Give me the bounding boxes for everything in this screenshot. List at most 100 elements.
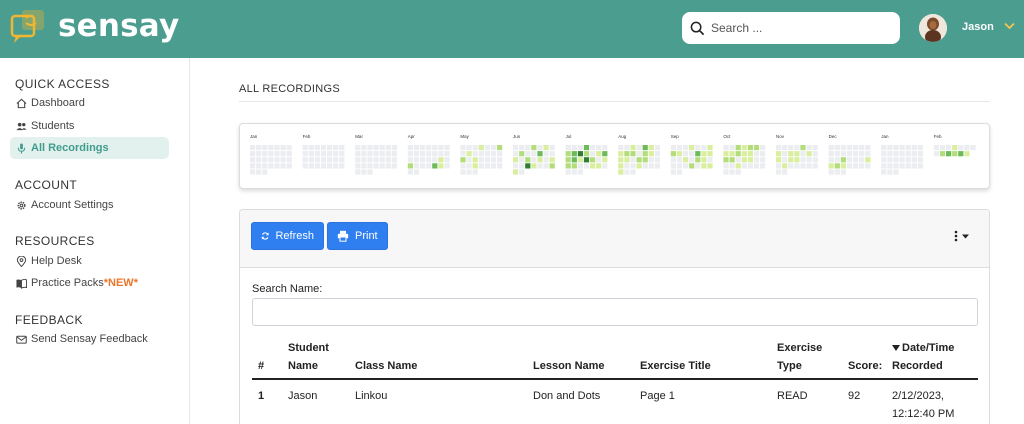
heatmap-day-cell[interactable] [355, 169, 361, 175]
heatmap-day-cell[interactable] [618, 157, 624, 163]
heatmap-day-cell[interactable] [438, 157, 444, 163]
heatmap-day-cell[interactable] [788, 157, 794, 163]
heatmap-day-cell[interactable] [478, 151, 484, 157]
heatmap-day-cell[interactable] [624, 157, 630, 163]
heatmap-day-cell[interactable] [859, 163, 865, 169]
heatmap-day-cell[interactable] [735, 151, 741, 157]
heatmap-day-cell[interactable] [828, 157, 834, 163]
heatmap-day-cell[interactable] [308, 157, 314, 163]
heatmap-day-cell[interactable] [320, 163, 327, 169]
heatmap-day-cell[interactable] [846, 163, 853, 169]
heatmap-day-cell[interactable] [788, 151, 794, 157]
heatmap-day-cell[interactable] [893, 157, 899, 163]
heatmap-day-cell[interactable] [800, 157, 806, 163]
heatmap-day-cell[interactable] [939, 145, 946, 151]
heatmap-day-cell[interactable] [250, 145, 256, 151]
heatmap-day-cell[interactable] [262, 157, 268, 163]
heatmap-day-cell[interactable] [460, 157, 466, 163]
heatmap-day-cell[interactable] [834, 169, 840, 175]
heatmap-day-cell[interactable] [339, 151, 345, 157]
heatmap-day-cell[interactable] [776, 163, 782, 169]
heatmap-day-cell[interactable] [859, 145, 865, 151]
heatmap-day-cell[interactable] [853, 157, 859, 163]
heatmap-day-cell[interactable] [670, 157, 676, 163]
heatmap-day-cell[interactable] [543, 145, 549, 151]
heatmap-day-cell[interactable] [355, 145, 361, 151]
heatmap-day-cell[interactable] [828, 151, 834, 157]
heatmap-day-cell[interactable] [911, 145, 917, 151]
heatmap-day-cell[interactable] [460, 151, 466, 157]
heatmap-day-cell[interactable] [472, 169, 478, 175]
heatmap-day-cell[interactable] [302, 157, 308, 163]
heatmap-day-cell[interactable] [812, 145, 818, 151]
heatmap-day-cell[interactable] [413, 151, 420, 157]
heatmap-day-cell[interactable] [466, 145, 472, 151]
heatmap-day-cell[interactable] [630, 163, 636, 169]
heatmap-day-cell[interactable] [670, 169, 676, 175]
heatmap-day-cell[interactable] [735, 145, 741, 151]
heatmap-day-cell[interactable] [853, 163, 859, 169]
heatmap-day-cell[interactable] [525, 145, 531, 151]
heatmap-day-cell[interactable] [654, 145, 660, 151]
heatmap-day-cell[interactable] [413, 145, 420, 151]
heatmap-day-cell[interactable] [865, 151, 871, 157]
heatmap-day-cell[interactable] [262, 169, 268, 175]
heatmap-day-cell[interactable] [747, 157, 753, 163]
heatmap-day-cell[interactable] [760, 145, 766, 151]
heatmap-day-cell[interactable] [723, 169, 729, 175]
heatmap-day-cell[interactable] [707, 157, 713, 163]
heatmap-day-cell[interactable] [602, 145, 608, 151]
heatmap-day-cell[interactable] [308, 151, 314, 157]
heatmap-day-cell[interactable] [286, 151, 292, 157]
heatmap-day-cell[interactable] [484, 145, 490, 151]
heatmap-day-cell[interactable] [776, 169, 782, 175]
heatmap-day-cell[interactable] [543, 151, 549, 157]
column-header-type[interactable]: Exercise Type [777, 339, 822, 375]
heatmap-day-cell[interactable] [630, 145, 636, 151]
heatmap-day-cell[interactable] [549, 151, 555, 157]
heatmap-day-cell[interactable] [361, 163, 367, 169]
heatmap-day-cell[interactable] [426, 157, 432, 163]
heatmap-day-cell[interactable] [250, 151, 256, 157]
heatmap-day-cell[interactable] [413, 163, 420, 169]
heatmap-day-cell[interactable] [689, 157, 695, 163]
heatmap-day-cell[interactable] [513, 151, 519, 157]
heatmap-day-cell[interactable] [571, 145, 577, 151]
heatmap-day-cell[interactable] [339, 157, 345, 163]
more-options-icon[interactable] [952, 230, 976, 242]
heatmap-day-cell[interactable] [513, 169, 519, 175]
heatmap-day-cell[interactable] [899, 163, 905, 169]
heatmap-day-cell[interactable] [701, 151, 707, 157]
heatmap-day-cell[interactable] [946, 151, 952, 157]
heatmap-day-cell[interactable] [683, 145, 689, 151]
sidebar-item-account-settings[interactable]: Account Settings [10, 194, 169, 216]
heatmap-day-cell[interactable] [828, 145, 834, 151]
heatmap-day-cell[interactable] [648, 151, 654, 157]
heatmap-day-cell[interactable] [466, 163, 472, 169]
heatmap-day-cell[interactable] [729, 169, 735, 175]
heatmap-day-cell[interactable] [256, 151, 262, 157]
heatmap-day-cell[interactable] [308, 145, 314, 151]
sidebar-item-help-desk[interactable]: Help Desk [10, 250, 169, 272]
heatmap-day-cell[interactable] [537, 163, 543, 169]
heatmap-day-cell[interactable] [917, 157, 923, 163]
heatmap-day-cell[interactable] [420, 151, 426, 157]
heatmap-day-cell[interactable] [806, 151, 812, 157]
heatmap-day-cell[interactable] [571, 151, 577, 157]
sidebar-item-dashboard[interactable]: Dashboard [10, 92, 169, 114]
heatmap-day-cell[interactable] [846, 145, 853, 151]
heatmap-day-cell[interactable] [497, 145, 503, 151]
heatmap-day-cell[interactable] [624, 151, 630, 157]
heatmap-day-cell[interactable] [952, 151, 958, 157]
heatmap-day-cell[interactable] [361, 145, 367, 151]
heatmap-day-cell[interactable] [676, 163, 683, 169]
heatmap-day-cell[interactable] [760, 163, 766, 169]
heatmap-day-cell[interactable] [596, 163, 602, 169]
heatmap-day-cell[interactable] [776, 151, 782, 157]
heatmap-day-cell[interactable] [478, 145, 484, 151]
heatmap-day-cell[interactable] [571, 157, 577, 163]
heatmap-day-cell[interactable] [262, 151, 268, 157]
heatmap-day-cell[interactable] [407, 169, 413, 175]
heatmap-day-cell[interactable] [636, 151, 642, 157]
heatmap-day-cell[interactable] [484, 151, 490, 157]
